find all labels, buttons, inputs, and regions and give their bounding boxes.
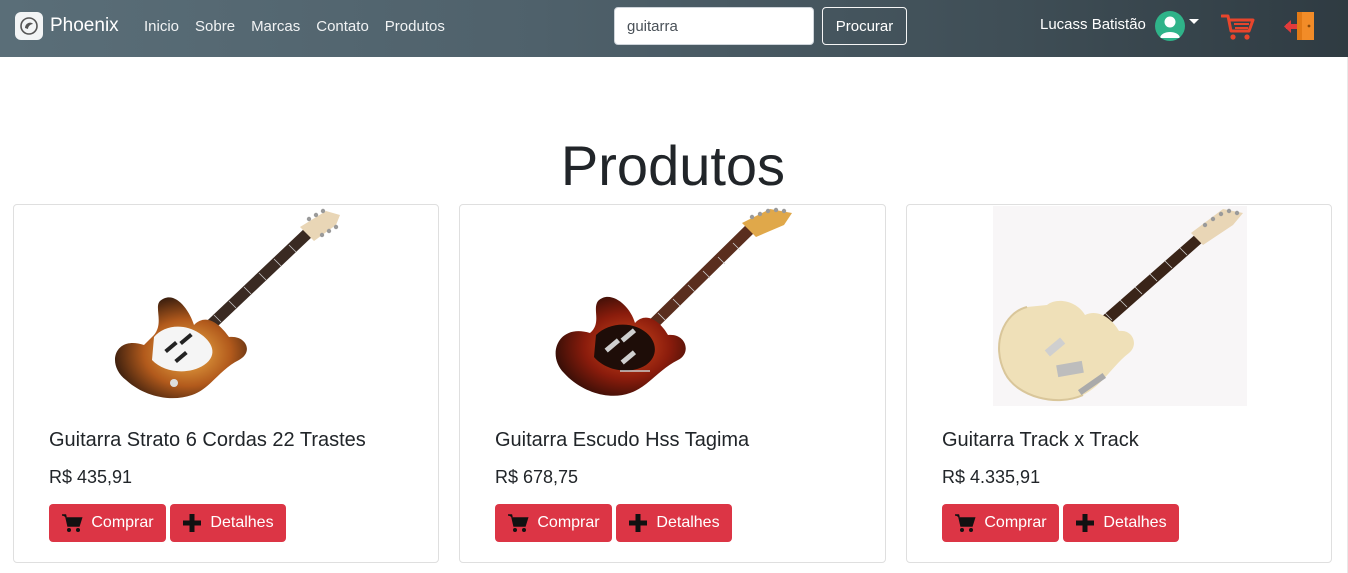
phoenix-logo-icon xyxy=(15,12,43,40)
search-input[interactable] xyxy=(614,7,814,45)
brand-link[interactable]: Phoenix xyxy=(15,11,119,41)
buy-button-label: Comprar xyxy=(91,514,154,531)
product-image-strato-guitar[interactable] xyxy=(14,205,438,410)
product-title: Guitarra Strato 6 Cordas 22 Trastes xyxy=(49,429,366,451)
buy-button[interactable]: Comprar xyxy=(495,504,612,542)
plus-icon xyxy=(1076,514,1095,532)
shopping-cart-icon[interactable] xyxy=(1220,13,1255,41)
nav-link-sobre[interactable]: Sobre xyxy=(187,17,243,37)
product-image-tagima-guitar[interactable] xyxy=(460,205,885,410)
details-button-label: Detalhes xyxy=(1103,514,1167,531)
plus-icon xyxy=(183,514,202,532)
logout-door-icon[interactable] xyxy=(1284,11,1316,41)
product-card: Guitarra Strato 6 Cordas 22 Trastes R$ 4… xyxy=(13,204,439,563)
search-button[interactable]: Procurar xyxy=(822,7,907,45)
nav-link-inicio[interactable]: Inicio xyxy=(136,17,187,37)
nav-link-produtos[interactable]: Produtos xyxy=(377,17,453,37)
buy-button-label: Comprar xyxy=(984,514,1047,531)
nav-link-marcas[interactable]: Marcas xyxy=(243,17,308,37)
brand-name: Phoenix xyxy=(50,15,119,36)
product-image-telecaster-guitar[interactable] xyxy=(907,205,1331,410)
product-title: Guitarra Track x Track xyxy=(942,429,1139,451)
user-name[interactable]: Lucass Batistão xyxy=(1040,15,1146,35)
nav-links: Inicio Sobre Marcas Contato Produtos xyxy=(136,17,453,37)
details-button[interactable]: Detalhes xyxy=(1063,504,1179,542)
product-card: Guitarra Escudo Hss Tagima R$ 678,75 Com… xyxy=(459,204,886,563)
product-title: Guitarra Escudo Hss Tagima xyxy=(495,429,750,451)
page-title: Produtos xyxy=(560,134,786,197)
cart-icon xyxy=(508,514,529,532)
details-button[interactable]: Detalhes xyxy=(170,504,286,542)
buy-button[interactable]: Comprar xyxy=(942,504,1059,542)
buy-button[interactable]: Comprar xyxy=(49,504,166,542)
plus-icon xyxy=(629,514,648,532)
cart-icon xyxy=(955,514,976,532)
product-card: Guitarra Track x Track R$ 4.335,91 Compr… xyxy=(906,204,1332,563)
product-price: R$ 435,91 xyxy=(49,467,133,487)
details-button-label: Detalhes xyxy=(656,514,720,531)
user-avatar-icon[interactable] xyxy=(1155,11,1185,41)
product-price: R$ 678,75 xyxy=(495,467,579,487)
product-price: R$ 4.335,91 xyxy=(942,467,1041,487)
cart-icon xyxy=(62,514,83,532)
caret-down-icon[interactable] xyxy=(1189,19,1199,24)
details-button-label: Detalhes xyxy=(210,514,274,531)
details-button[interactable]: Detalhes xyxy=(616,504,732,542)
top-navbar: Phoenix Inicio Sobre Marcas Contato Prod… xyxy=(0,0,1348,57)
buy-button-label: Comprar xyxy=(537,514,600,531)
nav-link-contato[interactable]: Contato xyxy=(308,17,377,37)
